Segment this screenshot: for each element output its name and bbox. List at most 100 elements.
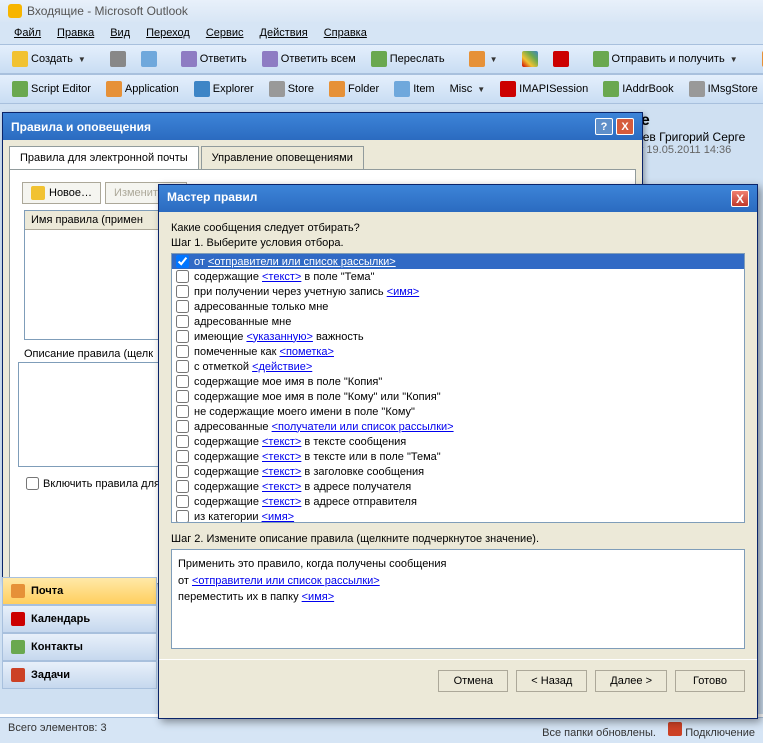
- nav-contacts[interactable]: Контакты: [2, 633, 157, 661]
- condition-checkbox[interactable]: [176, 375, 189, 388]
- condition-checkbox[interactable]: [176, 345, 189, 358]
- flag-button[interactable]: [547, 48, 575, 70]
- item-button[interactable]: Item: [388, 78, 440, 100]
- condition-link[interactable]: <текст>: [262, 271, 301, 283]
- imsgstore-button[interactable]: IMsgStore: [683, 78, 763, 100]
- condition-checkbox[interactable]: [176, 315, 189, 328]
- menu-сервис[interactable]: Сервис: [200, 25, 250, 41]
- back-button[interactable]: < Назад: [516, 670, 587, 692]
- create-button[interactable]: Создать▼: [6, 48, 92, 70]
- menu-файл[interactable]: Файл: [8, 25, 47, 41]
- address-book-button[interactable]: [756, 48, 763, 70]
- send-receive-button[interactable]: Отправить и получить▼: [587, 48, 744, 70]
- condition-checkbox[interactable]: [176, 300, 189, 313]
- condition-row[interactable]: адресованные <получатели или список расс…: [172, 419, 744, 434]
- condition-checkbox[interactable]: [176, 480, 189, 493]
- condition-checkbox[interactable]: [176, 495, 189, 508]
- condition-row[interactable]: содержащие <текст> в адресе получателя: [172, 479, 744, 494]
- condition-checkbox[interactable]: [176, 465, 189, 478]
- main-menubar: ФайлПравкаВидПереходСервисДействияСправк…: [0, 22, 763, 44]
- iaddrbook-button[interactable]: IAddrBook: [597, 78, 679, 100]
- forward-button[interactable]: Переслать: [365, 48, 451, 70]
- folder-button[interactable]: ▼: [463, 48, 504, 70]
- condition-row[interactable]: из категории <имя>: [172, 509, 744, 523]
- menu-справка[interactable]: Справка: [318, 25, 373, 41]
- conditions-list[interactable]: от <отправители или список рассылки>соде…: [171, 253, 745, 523]
- condition-checkbox[interactable]: [176, 360, 189, 373]
- nav-calendar[interactable]: Календарь: [2, 605, 157, 633]
- condition-row[interactable]: содержащие <текст> в тексте сообщения: [172, 434, 744, 449]
- condition-row[interactable]: имеющие <указанную> важность: [172, 329, 744, 344]
- print-button[interactable]: [104, 48, 132, 70]
- condition-checkbox[interactable]: [176, 285, 189, 298]
- condition-row[interactable]: содержащие <текст> в адресе отправителя: [172, 494, 744, 509]
- condition-checkbox[interactable]: [176, 330, 189, 343]
- condition-row[interactable]: помеченные как <пометка>: [172, 344, 744, 359]
- help-button[interactable]: ?: [595, 118, 613, 135]
- misc-button[interactable]: Misc▼: [444, 80, 492, 98]
- condition-link[interactable]: <отправители или список рассылки>: [208, 256, 396, 268]
- condition-checkbox[interactable]: [176, 255, 189, 268]
- condition-link[interactable]: <текст>: [262, 451, 301, 463]
- nav-mail[interactable]: Почта: [2, 577, 157, 605]
- new-rule-button[interactable]: Новое…: [22, 182, 101, 204]
- condition-link[interactable]: <текст>: [262, 481, 301, 493]
- menu-вид[interactable]: Вид: [104, 25, 136, 41]
- condition-checkbox[interactable]: [176, 420, 189, 433]
- condition-row[interactable]: содержащие <текст> в тексте или в поле "…: [172, 449, 744, 464]
- condition-link[interactable]: <указанную>: [246, 331, 312, 343]
- include-rules-checkbox[interactable]: [26, 477, 39, 490]
- desc-sender-link[interactable]: <отправители или список рассылки>: [192, 575, 380, 587]
- application-button[interactable]: Application: [100, 78, 185, 100]
- wizard-question: Какие сообщения следует отбирать?: [171, 222, 745, 234]
- menu-правка[interactable]: Правка: [51, 25, 100, 41]
- condition-link[interactable]: <текст>: [262, 496, 301, 508]
- condition-row[interactable]: от <отправители или список рассылки>: [172, 254, 744, 269]
- condition-link[interactable]: <пометка>: [280, 346, 334, 358]
- finish-button[interactable]: Готово: [675, 670, 745, 692]
- condition-row[interactable]: содержащие <текст> в заголовке сообщения: [172, 464, 744, 479]
- condition-checkbox[interactable]: [176, 450, 189, 463]
- condition-row[interactable]: содержащие <текст> в поле "Тема": [172, 269, 744, 284]
- preview-button[interactable]: [135, 48, 163, 70]
- imapisession-button[interactable]: IMAPISession: [494, 78, 594, 100]
- condition-checkbox[interactable]: [176, 390, 189, 403]
- condition-row[interactable]: не содержащие моего имени в поле "Кому": [172, 404, 744, 419]
- tab-alerts[interactable]: Управление оповещениями: [201, 146, 364, 169]
- tab-email-rules[interactable]: Правила для электронной почты: [9, 146, 199, 169]
- script-editor-button[interactable]: Script Editor: [6, 78, 97, 100]
- reply-button[interactable]: Ответить: [175, 48, 253, 70]
- condition-checkbox[interactable]: [176, 270, 189, 283]
- condition-link[interactable]: <имя>: [262, 511, 295, 523]
- condition-row[interactable]: адресованные мне: [172, 314, 744, 329]
- condition-link[interactable]: <действие>: [252, 361, 312, 373]
- rules-wizard-dialog: Мастер правил X Какие сообщения следует …: [158, 184, 758, 719]
- categories-button[interactable]: [516, 48, 544, 70]
- cancel-button[interactable]: Отмена: [438, 670, 508, 692]
- menu-переход[interactable]: Переход: [140, 25, 196, 41]
- condition-row[interactable]: содержащие мое имя в поле "Кому" или "Ко…: [172, 389, 744, 404]
- close-button[interactable]: X: [616, 118, 634, 135]
- desc-folder-link[interactable]: <имя>: [302, 591, 335, 603]
- condition-checkbox[interactable]: [176, 435, 189, 448]
- condition-row[interactable]: с отметкой <действие>: [172, 359, 744, 374]
- folder-addin-button[interactable]: Folder: [323, 78, 385, 100]
- explorer-button[interactable]: Explorer: [188, 78, 260, 100]
- condition-link[interactable]: <текст>: [262, 436, 301, 448]
- rules-tabs: Правила для электронной почты Управление…: [9, 146, 636, 169]
- condition-row[interactable]: адресованные только мне: [172, 299, 744, 314]
- condition-row[interactable]: содержащие мое имя в поле "Копия": [172, 374, 744, 389]
- condition-link[interactable]: <текст>: [262, 466, 301, 478]
- wizard-close-button[interactable]: X: [731, 190, 749, 207]
- menu-действия[interactable]: Действия: [254, 25, 314, 41]
- condition-link[interactable]: <получатели или список рассылки>: [272, 421, 454, 433]
- reply-all-button[interactable]: Ответить всем: [256, 48, 362, 70]
- next-button[interactable]: Далее >: [595, 670, 667, 692]
- store-button[interactable]: Store: [263, 78, 320, 100]
- condition-row[interactable]: при получении через учетную запись <имя>: [172, 284, 744, 299]
- condition-checkbox[interactable]: [176, 510, 189, 523]
- nav-tasks[interactable]: Задачи: [2, 661, 157, 689]
- wizard-title: Мастер правил: [167, 190, 257, 207]
- condition-link[interactable]: <имя>: [387, 286, 420, 298]
- condition-checkbox[interactable]: [176, 405, 189, 418]
